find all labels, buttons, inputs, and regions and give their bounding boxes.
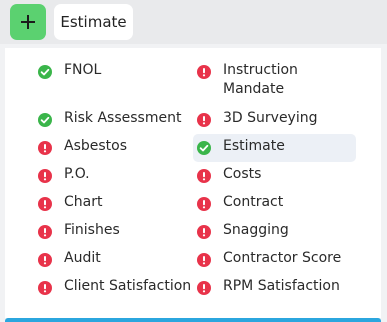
alert-circle-icon xyxy=(197,113,211,127)
stages-right-column: Instruction Mandate 3D Surveying Estimat… xyxy=(193,58,356,302)
stage-item[interactable]: Contractor Score xyxy=(193,246,356,274)
bottom-accent-bar xyxy=(5,318,381,322)
alert-circle-icon xyxy=(197,225,211,239)
stage-item[interactable]: Snagging xyxy=(193,218,356,246)
stage-label: Asbestos xyxy=(64,138,128,154)
stage-item[interactable]: Audit xyxy=(34,246,194,274)
stage-label: Snagging xyxy=(223,222,289,238)
stage-label: 3D Surveying xyxy=(223,110,318,126)
stage-label: Chart xyxy=(64,194,103,210)
stage-item[interactable]: Asbestos xyxy=(34,134,194,162)
stage-item[interactable]: Finishes xyxy=(34,218,194,246)
stage-label: Instruction Mandate xyxy=(223,62,298,97)
alert-circle-icon xyxy=(38,169,52,183)
stage-item[interactable]: Contract xyxy=(193,190,356,218)
stage-label: Contractor Score xyxy=(223,250,342,266)
alert-circle-icon xyxy=(38,253,52,267)
stage-label: Audit xyxy=(64,250,101,266)
stage-label: Costs xyxy=(223,166,262,182)
stage-label: Risk Assessment xyxy=(64,110,182,126)
stage-label: RPM Satisfaction xyxy=(223,278,340,294)
stages-left-column: FNOL Risk Assessment Asbestos P.O. Chart xyxy=(34,58,194,302)
alert-circle-icon xyxy=(38,141,52,155)
alert-circle-icon xyxy=(197,253,211,267)
alert-circle-icon xyxy=(197,65,211,79)
stage-label: Client Satisfaction xyxy=(64,278,192,294)
stage-item[interactable]: P.O. xyxy=(34,162,194,190)
alert-circle-icon xyxy=(38,225,52,239)
workflow-stages-panel: FNOL Risk Assessment Asbestos P.O. Chart xyxy=(5,48,381,318)
stage-label: Finishes xyxy=(64,222,120,238)
check-circle-icon xyxy=(38,113,52,127)
stage-item[interactable]: Costs xyxy=(193,162,356,190)
tab-estimate[interactable]: Estimate xyxy=(54,4,133,40)
alert-circle-icon xyxy=(38,197,52,211)
top-toolbar: Estimate xyxy=(0,0,387,44)
plus-icon xyxy=(21,15,35,29)
stage-item[interactable]: Risk Assessment xyxy=(34,106,194,134)
alert-circle-icon xyxy=(197,197,211,211)
alert-circle-icon xyxy=(38,281,52,295)
alert-circle-icon xyxy=(197,169,211,183)
check-circle-icon xyxy=(38,65,52,79)
stage-item[interactable]: Chart xyxy=(34,190,194,218)
stage-label: Contract xyxy=(223,194,284,210)
stage-label: P.O. xyxy=(64,166,90,182)
stage-label: Estimate xyxy=(223,138,285,154)
stage-item[interactable]: 3D Surveying xyxy=(193,106,356,134)
stage-item[interactable]: Client Satisfaction xyxy=(34,274,194,302)
stage-item-selected[interactable]: Estimate xyxy=(193,134,356,162)
stage-item[interactable]: Instruction Mandate xyxy=(193,58,356,106)
stage-item[interactable]: FNOL xyxy=(34,58,194,86)
add-button[interactable] xyxy=(10,4,46,40)
check-circle-icon xyxy=(197,141,211,155)
stage-item[interactable]: RPM Satisfaction xyxy=(193,274,356,302)
alert-circle-icon xyxy=(197,281,211,295)
stage-label: FNOL xyxy=(64,62,102,78)
